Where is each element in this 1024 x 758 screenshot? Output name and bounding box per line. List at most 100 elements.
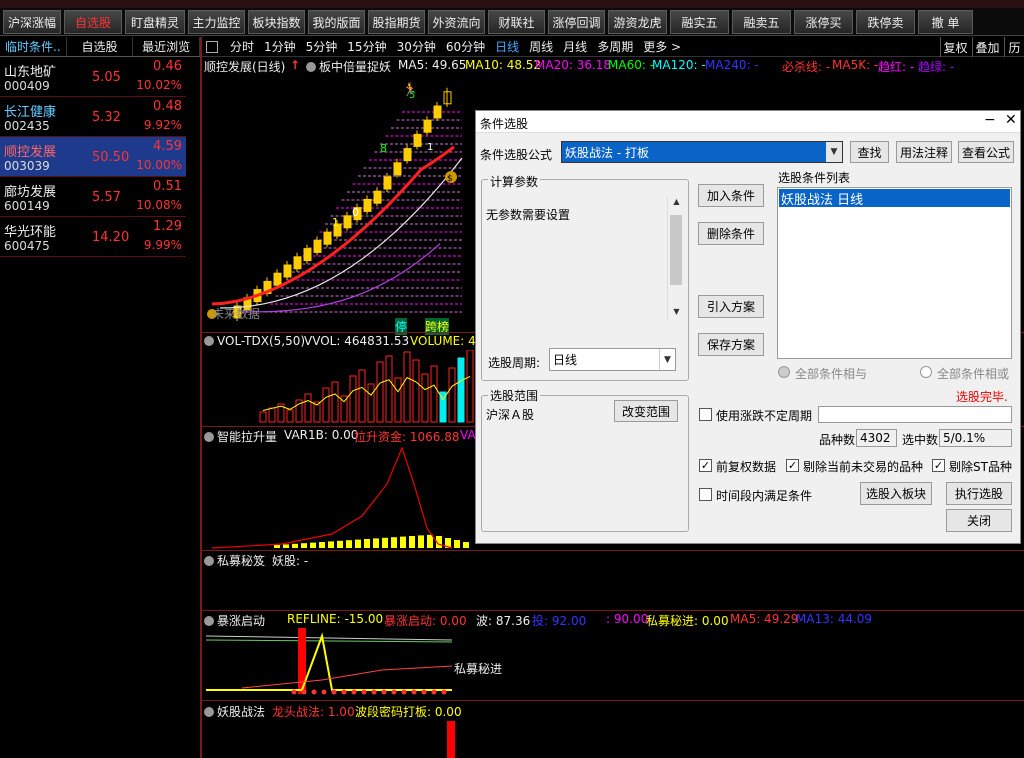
vol-indicator-dropdown[interactable]: VOL-TDX(5,50) [204, 334, 305, 348]
ma60-label: MA60: - [608, 58, 655, 72]
toolbar-button[interactable]: 涨停回调 [548, 10, 605, 34]
toolbar-button[interactable]: 板块指数 [248, 10, 305, 34]
toolbar-button[interactable]: 涨停买 [794, 10, 853, 34]
period-satisfy-checkbox[interactable] [699, 488, 712, 501]
view-formula-button[interactable]: 查看公式 [958, 141, 1014, 163]
private-indicator-dropdown[interactable]: 私募秘笈 [204, 552, 265, 569]
period-item[interactable]: 60分钟 [446, 38, 485, 55]
simu-label: 私募秘进: 0.00 [646, 614, 729, 628]
period-item[interactable]: 月线 [563, 38, 587, 55]
period-item[interactable]: 5分钟 [306, 38, 338, 55]
chevron-down-icon[interactable]: ▼ [659, 349, 675, 370]
formula-select[interactable]: 妖股战法 - 打板 ▼ [561, 141, 843, 163]
delete-condition-button[interactable]: 删除条件 [698, 222, 764, 245]
stock-row[interactable]: 长江健康 002435 5.32 0.48 9.92% [0, 97, 186, 137]
surge-indicator-dropdown[interactable]: 暴涨启动 [204, 612, 265, 629]
period-item[interactable]: 周线 [529, 38, 553, 55]
use-unfixed-period-checkbox[interactable] [699, 408, 712, 421]
select-to-block-button[interactable]: 选股入板块 [860, 482, 932, 505]
stock-code: 002435 [4, 119, 50, 133]
dialog-title: 条件选股 [480, 117, 529, 131]
condition-list-item[interactable]: 妖股战法 日线 [779, 189, 1010, 208]
find-button[interactable]: 查找 [850, 141, 889, 163]
lift-indicator-dropdown[interactable]: 智能拉升量 [204, 428, 277, 445]
candle-body [293, 256, 302, 270]
qushi-label: 趋红: - [878, 60, 915, 74]
exclude-st-checkbox[interactable]: ✓ [932, 459, 945, 472]
change-scope-button[interactable]: 改变范围 [614, 400, 678, 422]
surge-start-label: 暴涨启动: 0.00 [384, 614, 467, 628]
stock-change: 1.29 [153, 219, 182, 234]
close-button[interactable]: 关闭 [946, 509, 1012, 532]
period-item[interactable]: 多周期 [597, 38, 633, 55]
toolbar-button[interactable]: 主力监控 [188, 10, 245, 34]
save-plan-button[interactable]: 保存方案 [698, 333, 764, 356]
radio-and[interactable] [778, 366, 790, 378]
toolbar-button[interactable]: 融实五 [670, 10, 729, 34]
scroll-up-icon[interactable]: ▲ [668, 197, 685, 211]
lift-bar [328, 541, 334, 548]
execute-select-button[interactable]: 执行选股 [946, 482, 1012, 505]
period-item[interactable]: 15分钟 [347, 38, 386, 55]
exclude-untraded-checkbox[interactable]: ✓ [786, 459, 799, 472]
indicator-dropdown[interactable]: 板中倍量捉妖 [306, 58, 391, 75]
stock-row[interactable]: 山东地矿 000409 5.05 0.46 10.02% [0, 57, 186, 97]
candle-body [403, 148, 412, 162]
toolbar-button[interactable]: 跌停卖 [856, 10, 915, 34]
volume-bar [358, 369, 366, 423]
stock-row-selected[interactable]: 顺控发展 003039 50.50 4.59 10.00% [0, 137, 186, 177]
candle-body [313, 239, 322, 253]
tab-adjust[interactable]: 复权 [940, 37, 970, 57]
tab-history[interactable]: 历 [1004, 37, 1024, 57]
toolbar-button[interactable]: 撤 单 [918, 10, 973, 34]
stock-row[interactable]: 华光环能 600475 14.20 1.29 9.99% [0, 217, 186, 257]
toolbar-button[interactable]: 股指期货 [368, 10, 425, 34]
tab-recent[interactable]: 最近浏览 [133, 37, 201, 56]
prefq-checkbox[interactable]: ✓ [699, 459, 712, 472]
unfixed-period-field[interactable] [818, 406, 1012, 423]
toolbar-button[interactable]: 盯盘精灵 [125, 10, 185, 34]
close-icon[interactable]: ✕ [1005, 112, 1017, 128]
stock-change: 0.46 [153, 59, 182, 74]
scroll-down-icon[interactable]: ▼ [668, 307, 685, 321]
lift-bar [409, 536, 415, 548]
period-item[interactable]: 30分钟 [397, 38, 436, 55]
chevron-down-icon[interactable]: ▼ [826, 142, 842, 162]
minimize-icon[interactable]: − [984, 112, 996, 128]
tab-temp-conditions[interactable]: 临时条件.. [0, 37, 67, 56]
tab-watchlist[interactable]: 自选股 [67, 37, 134, 56]
period-select[interactable]: 日线 ▼ [549, 348, 676, 371]
toolbar-button[interactable]: 外资流向 [428, 10, 485, 34]
usage-notes-button[interactable]: 用法注释 [896, 141, 952, 163]
dialog-titlebar: 条件选股 − ✕ [476, 111, 1020, 133]
toolbar-button[interactable]: 自选股 [64, 10, 122, 34]
period-item[interactable]: 更多 > [643, 38, 681, 55]
period-satisfy-label: 时间段内满足条件 [716, 489, 813, 503]
toolbar-button[interactable]: 沪深涨幅 [3, 10, 61, 34]
period-item[interactable]: 分时 [230, 38, 254, 55]
radio-or[interactable] [920, 366, 932, 378]
scroll-thumb[interactable] [670, 215, 682, 285]
stock-price: 14.20 [92, 230, 130, 245]
period-item[interactable]: 1分钟 [264, 38, 296, 55]
marker-label: 1 [332, 216, 339, 229]
grid-icon[interactable] [206, 40, 218, 53]
stock-list: 山东地矿 000409 5.05 0.46 10.02% 长江健康 002435… [0, 57, 186, 257]
period-item-active[interactable]: 日线 [495, 38, 519, 55]
add-condition-button[interactable]: 加入条件 [698, 184, 764, 207]
ninety-label: : 90.00 [606, 612, 649, 626]
toolbar-button[interactable]: 我的版面 [308, 10, 365, 34]
volume-chart [259, 350, 474, 423]
stock-row[interactable]: 廊坊发展 600149 5.57 0.51 10.08% [0, 177, 186, 217]
toolbar-button[interactable]: 财联社 [488, 10, 545, 34]
lift-bars [274, 534, 469, 548]
tab-overlay[interactable]: 叠加 [972, 37, 1002, 57]
stock-pct: 9.92% [143, 118, 182, 132]
surge-dot [341, 689, 347, 695]
toolbar-button[interactable]: 融卖五 [732, 10, 791, 34]
params-scrollbar[interactable]: ▲ ▼ [667, 197, 684, 321]
demon-indicator-dropdown[interactable]: 妖股战法 [204, 703, 265, 720]
radio-or-label: 全部条件相或 [937, 367, 1010, 381]
toolbar-button[interactable]: 游资龙虎 [608, 10, 667, 34]
import-plan-button[interactable]: 引入方案 [698, 295, 764, 318]
